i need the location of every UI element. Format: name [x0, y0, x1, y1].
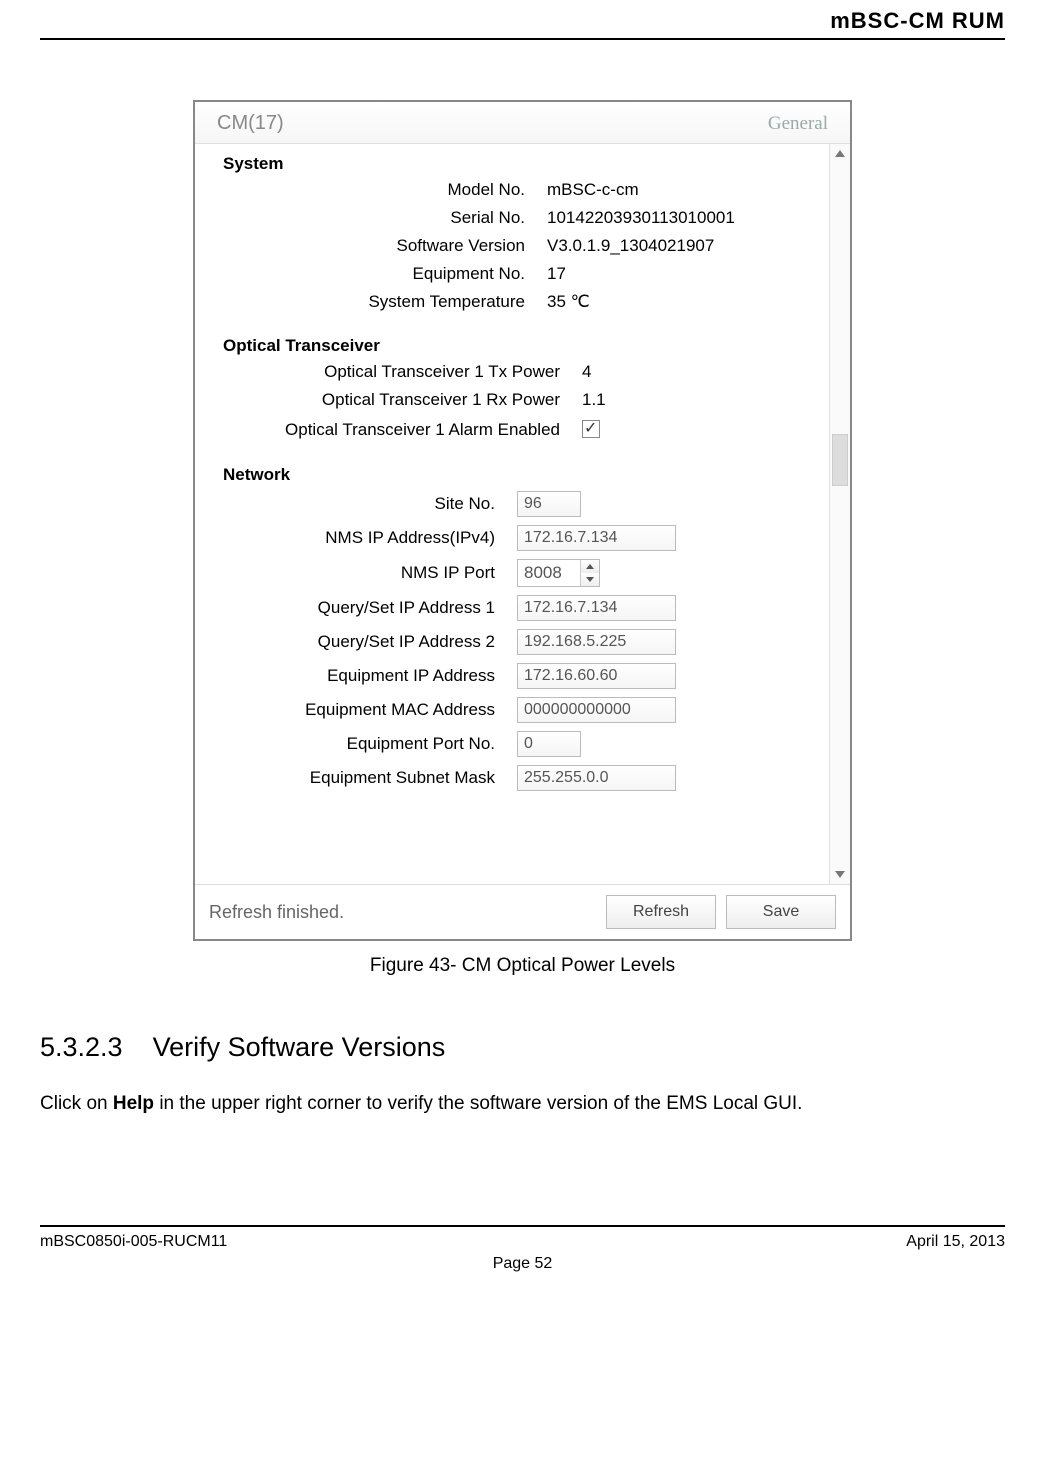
value-software-version: V3.0.1.9_1304021907 — [547, 236, 829, 256]
refresh-button[interactable]: Refresh — [606, 895, 716, 929]
label-nms-ip: NMS IP Address(IPv4) — [195, 528, 517, 548]
panel-title: CM(17) — [217, 112, 284, 135]
input-equipment-port[interactable] — [517, 731, 581, 757]
status-text: Refresh finished. — [209, 902, 596, 923]
label-model-no: Model No. — [195, 180, 547, 200]
scroll-down-icon[interactable] — [835, 871, 845, 878]
label-query-ip-1: Query/Set IP Address 1 — [195, 598, 517, 618]
label-site-no: Site No. — [195, 494, 517, 514]
label-query-ip-2: Query/Set IP Address 2 — [195, 632, 517, 652]
label-equipment-mac: Equipment MAC Address — [195, 700, 517, 720]
value-nms-port[interactable]: 8008 — [518, 560, 581, 586]
input-equipment-mac[interactable] — [517, 697, 676, 723]
body-text-prefix: Click on — [40, 1093, 113, 1114]
value-model-no: mBSC-c-cm — [547, 180, 829, 200]
value-opt-tx-power: 4 — [582, 362, 829, 382]
save-button[interactable]: Save — [726, 895, 836, 929]
footer-right: April 15, 2013 — [906, 1233, 1005, 1251]
figure-caption: Figure 43- CM Optical Power Levels — [40, 955, 1005, 977]
footer-left: mBSC0850i-005-RUCM11 — [40, 1233, 227, 1251]
label-opt-tx-power: Optical Transceiver 1 Tx Power — [195, 362, 582, 382]
input-equipment-ip[interactable] — [517, 663, 676, 689]
section-optical: Optical Transceiver — [195, 330, 829, 358]
value-serial-no: 10142203930113010001 — [547, 208, 829, 228]
label-equipment-no: Equipment No. — [195, 264, 547, 284]
label-nms-port: NMS IP Port — [195, 563, 517, 583]
section-number: 5.3.2.3 — [40, 1032, 123, 1062]
document-header: mBSC-CM RUM — [40, 0, 1005, 40]
body-text-bold: Help — [113, 1093, 154, 1114]
scroll-thumb[interactable] — [832, 434, 848, 486]
label-serial-no: Serial No. — [195, 208, 547, 228]
section-network: Network — [195, 459, 829, 487]
spinner-down-icon[interactable] — [581, 573, 599, 586]
body-text-suffix: in the upper right corner to verify the … — [154, 1093, 802, 1114]
label-system-temperature: System Temperature — [195, 292, 547, 312]
input-query-ip-2[interactable] — [517, 629, 676, 655]
panel-title-bar: CM(17) General — [195, 102, 850, 144]
label-equipment-port: Equipment Port No. — [195, 734, 517, 754]
input-subnet-mask[interactable] — [517, 765, 676, 791]
label-opt-rx-power: Optical Transceiver 1 Rx Power — [195, 390, 582, 410]
value-opt-rx-power: 1.1 — [582, 390, 829, 410]
body-paragraph: Click on Help in the upper right corner … — [40, 1093, 1005, 1115]
spinner-up-icon[interactable] — [581, 560, 599, 573]
input-site-no[interactable] — [517, 491, 581, 517]
section-system: System — [195, 148, 829, 176]
label-subnet-mask: Equipment Subnet Mask — [195, 768, 517, 788]
value-system-temperature: 35 ℃ — [547, 292, 829, 312]
label-equipment-ip: Equipment IP Address — [195, 666, 517, 686]
value-equipment-no: 17 — [547, 264, 829, 284]
spinner-nms-port[interactable]: 8008 — [517, 559, 600, 587]
section-heading: 5.3.2.3 Verify Software Versions — [40, 1032, 1005, 1063]
label-software-version: Software Version — [195, 236, 547, 256]
tab-general[interactable]: General — [768, 113, 828, 135]
label-opt-alarm-enabled: Optical Transceiver 1 Alarm Enabled — [195, 420, 582, 440]
document-footer: mBSC0850i-005-RUCM11 April 15, 2013 Page… — [40, 1225, 1005, 1283]
section-title: Verify Software Versions — [153, 1032, 446, 1062]
settings-panel: CM(17) General System Model No.mBSC-c-cm… — [193, 100, 852, 941]
scroll-up-icon[interactable] — [835, 150, 845, 157]
checkbox-opt-alarm[interactable] — [582, 420, 600, 438]
scrollbar[interactable] — [829, 144, 850, 884]
input-query-ip-1[interactable] — [517, 595, 676, 621]
input-nms-ip[interactable] — [517, 525, 676, 551]
